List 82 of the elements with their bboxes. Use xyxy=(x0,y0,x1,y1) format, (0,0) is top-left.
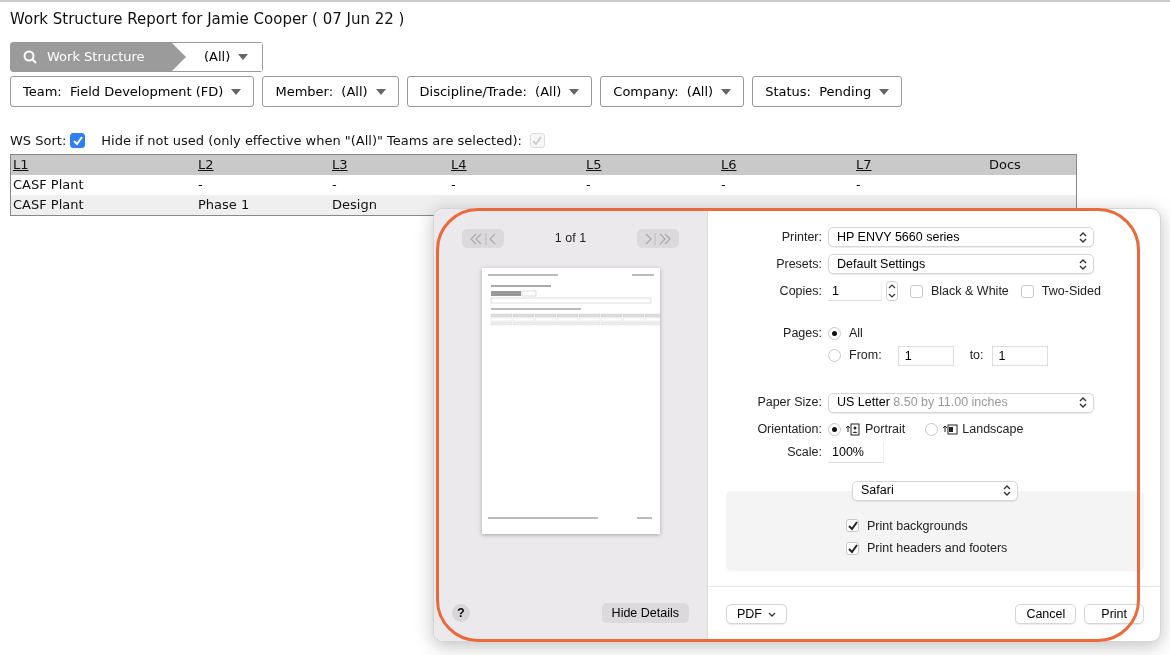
print-button[interactable]: Print xyxy=(1084,604,1144,624)
column-header-link[interactable]: L6 xyxy=(719,154,854,175)
column-header-link[interactable]: L4 xyxy=(449,154,584,175)
table-cell-text: CASF Plant xyxy=(12,195,85,214)
caret-icon xyxy=(879,88,890,95)
option-label: Print headers and footers xyxy=(867,540,1008,558)
report-title: Work Structure Report for Jamie Cooper ( 07 Jun 22 ) xyxy=(10,10,406,28)
caret-icon xyxy=(569,88,580,95)
filter-dropdown[interactable]: Team: Field Development (FD) xyxy=(10,76,255,107)
up-down-chevron-icon xyxy=(1079,258,1087,270)
field-label: Pages: xyxy=(782,325,822,342)
table-cell-text: - xyxy=(855,175,862,194)
from-field[interactable]: 1 xyxy=(897,345,954,366)
portrait-orientation-icon xyxy=(845,422,861,436)
landscape-orientation-icon xyxy=(942,422,959,436)
ws-sort-label: WS Sort: xyxy=(10,132,67,150)
filter-dropdown[interactable]: Member: (All) xyxy=(262,76,399,107)
help-button[interactable]: ? xyxy=(452,604,470,622)
cancel-button[interactable]: Cancel xyxy=(1015,604,1077,624)
option-label: Black & White xyxy=(931,282,1009,300)
up-down-chevron-icon xyxy=(1079,231,1087,243)
caret-icon xyxy=(721,88,732,95)
orientation-radio[interactable] xyxy=(828,422,841,436)
field-label: Copies: xyxy=(778,282,822,300)
paper-size-dropdown[interactable]: US Letter 8.50 by 11.00 inches xyxy=(828,392,1094,413)
up-down-chevron-icon xyxy=(1079,397,1087,409)
stepper-icon[interactable] xyxy=(886,281,898,301)
column-header-link[interactable]: L7 xyxy=(854,154,987,175)
pdf-button[interactable]: PDF xyxy=(726,604,787,624)
field-label: to: xyxy=(969,347,984,365)
search-icon xyxy=(23,50,37,64)
column-header-link[interactable]: L1 xyxy=(11,154,196,175)
table-cell-text: - xyxy=(720,175,727,194)
field-label: Paper Size: xyxy=(756,394,822,412)
column-header-link[interactable]: L5 xyxy=(584,154,719,175)
option-checkbox[interactable] xyxy=(846,542,859,556)
printer-dropdown[interactable]: HP ENVY 5660 series xyxy=(828,227,1094,247)
table-cell-text: - xyxy=(197,175,204,194)
option-label: Print backgrounds xyxy=(867,517,968,535)
app-dropdown[interactable]: Safari xyxy=(852,480,1018,501)
chevron-down-icon xyxy=(768,611,776,617)
filter-dropdown[interactable]: Discipline/Trade: (All) xyxy=(406,76,593,107)
table-cell-text: Design xyxy=(331,195,378,214)
filter-dropdown[interactable]: Status: Pending xyxy=(752,76,903,107)
filter-dropdown[interactable]: Company: (All) xyxy=(600,76,745,107)
column-header-link[interactable]: L3 xyxy=(330,154,449,175)
orientation-radio[interactable] xyxy=(925,422,939,436)
to-field[interactable]: 1 xyxy=(991,345,1048,366)
double-right-chevron-icon xyxy=(643,232,673,245)
column-header-link[interactable]: L2 xyxy=(196,154,330,175)
field-label: Orientation: xyxy=(756,420,822,438)
column-header: Docs xyxy=(988,155,1022,174)
radio-label: From: xyxy=(849,347,882,365)
field-label: Scale: xyxy=(786,444,822,462)
radio-label: Landscape xyxy=(962,420,1024,438)
ws-sort-checkbox[interactable] xyxy=(70,133,86,149)
copies-field[interactable]: 1 xyxy=(828,281,882,301)
presets-dropdown[interactable]: Default Settings xyxy=(828,254,1094,274)
option-checkbox[interactable] xyxy=(910,284,923,298)
table-cell-text: Phase 1 xyxy=(197,195,251,214)
pages-radio[interactable] xyxy=(828,326,841,340)
table-cell-text: - xyxy=(331,175,338,194)
field-label: Printer: xyxy=(780,228,822,246)
caret-icon xyxy=(231,88,242,95)
option-label: Two-Sided xyxy=(1041,282,1101,300)
radio-label: Portrait xyxy=(865,420,906,438)
pages-radio[interactable] xyxy=(828,349,841,363)
hide-unused-label: Hide if not used (only effective when "(All)" Teams are selected): xyxy=(101,132,522,150)
up-down-chevron-icon xyxy=(1003,485,1011,496)
table-cell-text: - xyxy=(450,175,457,194)
field-label: Presets: xyxy=(775,255,822,273)
option-checkbox[interactable] xyxy=(846,519,859,533)
table-cell-text: CASF Plant xyxy=(12,175,85,194)
scale-field[interactable]: 100% xyxy=(828,442,884,463)
option-checkbox[interactable] xyxy=(1020,284,1034,298)
table-cell-text: - xyxy=(585,175,592,194)
caret-icon xyxy=(375,88,386,95)
radio-label: All xyxy=(849,325,863,342)
double-left-chevron-icon xyxy=(468,232,498,245)
hide-details-button[interactable]: Hide Details xyxy=(601,603,689,623)
page-counter: 1 of 1 xyxy=(554,230,587,248)
caret-icon xyxy=(238,54,249,60)
